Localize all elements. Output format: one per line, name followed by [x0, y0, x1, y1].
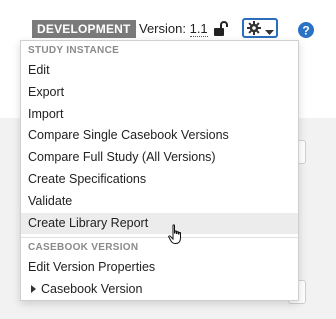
settings-dropdown-menu: STUDY INSTANCE Edit Export Import Compar…: [20, 40, 299, 301]
menu-item-casebook-version-label: Casebook Version: [41, 282, 143, 297]
menu-item-create-library-report[interactable]: Create Library Report: [21, 212, 298, 235]
menu-item-edit[interactable]: Edit: [21, 60, 298, 82]
menu-item-edit-version-properties[interactable]: Edit Version Properties: [21, 257, 298, 279]
version-label-text: Version:: [139, 21, 190, 36]
unlocked-padlock-icon[interactable]: [212, 20, 230, 38]
menu-item-validate[interactable]: Validate: [21, 191, 298, 213]
version-number[interactable]: 1.1: [189, 21, 208, 37]
menu-item-create-specifications[interactable]: Create Specifications: [21, 169, 298, 191]
menu-item-compare-single-casebook-versions[interactable]: Compare Single Casebook Versions: [21, 125, 298, 147]
page: DEVELOPMENT Version: 1.1 ? STUDY INSTANC…: [0, 0, 336, 319]
version-label: Version: 1.1: [139, 21, 208, 37]
settings-menu-button[interactable]: [242, 18, 278, 38]
menu-item-export[interactable]: Export: [21, 82, 298, 104]
caret-down-icon: [265, 24, 274, 35]
menu-item-import[interactable]: Import: [21, 104, 298, 126]
section-header-study-instance: STUDY INSTANCE: [28, 45, 120, 56]
svg-text:?: ?: [302, 24, 309, 38]
top-bar: DEVELOPMENT Version: 1.1 ?: [0, 0, 336, 44]
menu-item-compare-full-study[interactable]: Compare Full Study (All Versions): [21, 147, 298, 169]
gear-icon: [247, 21, 261, 35]
section-header-casebook-version: CASEBOOK VERSION: [21, 237, 298, 257]
expand-triangle-icon: [31, 285, 36, 294]
environment-badge: DEVELOPMENT: [32, 20, 136, 38]
question-circle-icon[interactable]: ?: [298, 22, 314, 38]
menu-item-casebook-version[interactable]: Casebook Version: [21, 279, 298, 301]
hand-pointer-icon: [168, 224, 186, 246]
